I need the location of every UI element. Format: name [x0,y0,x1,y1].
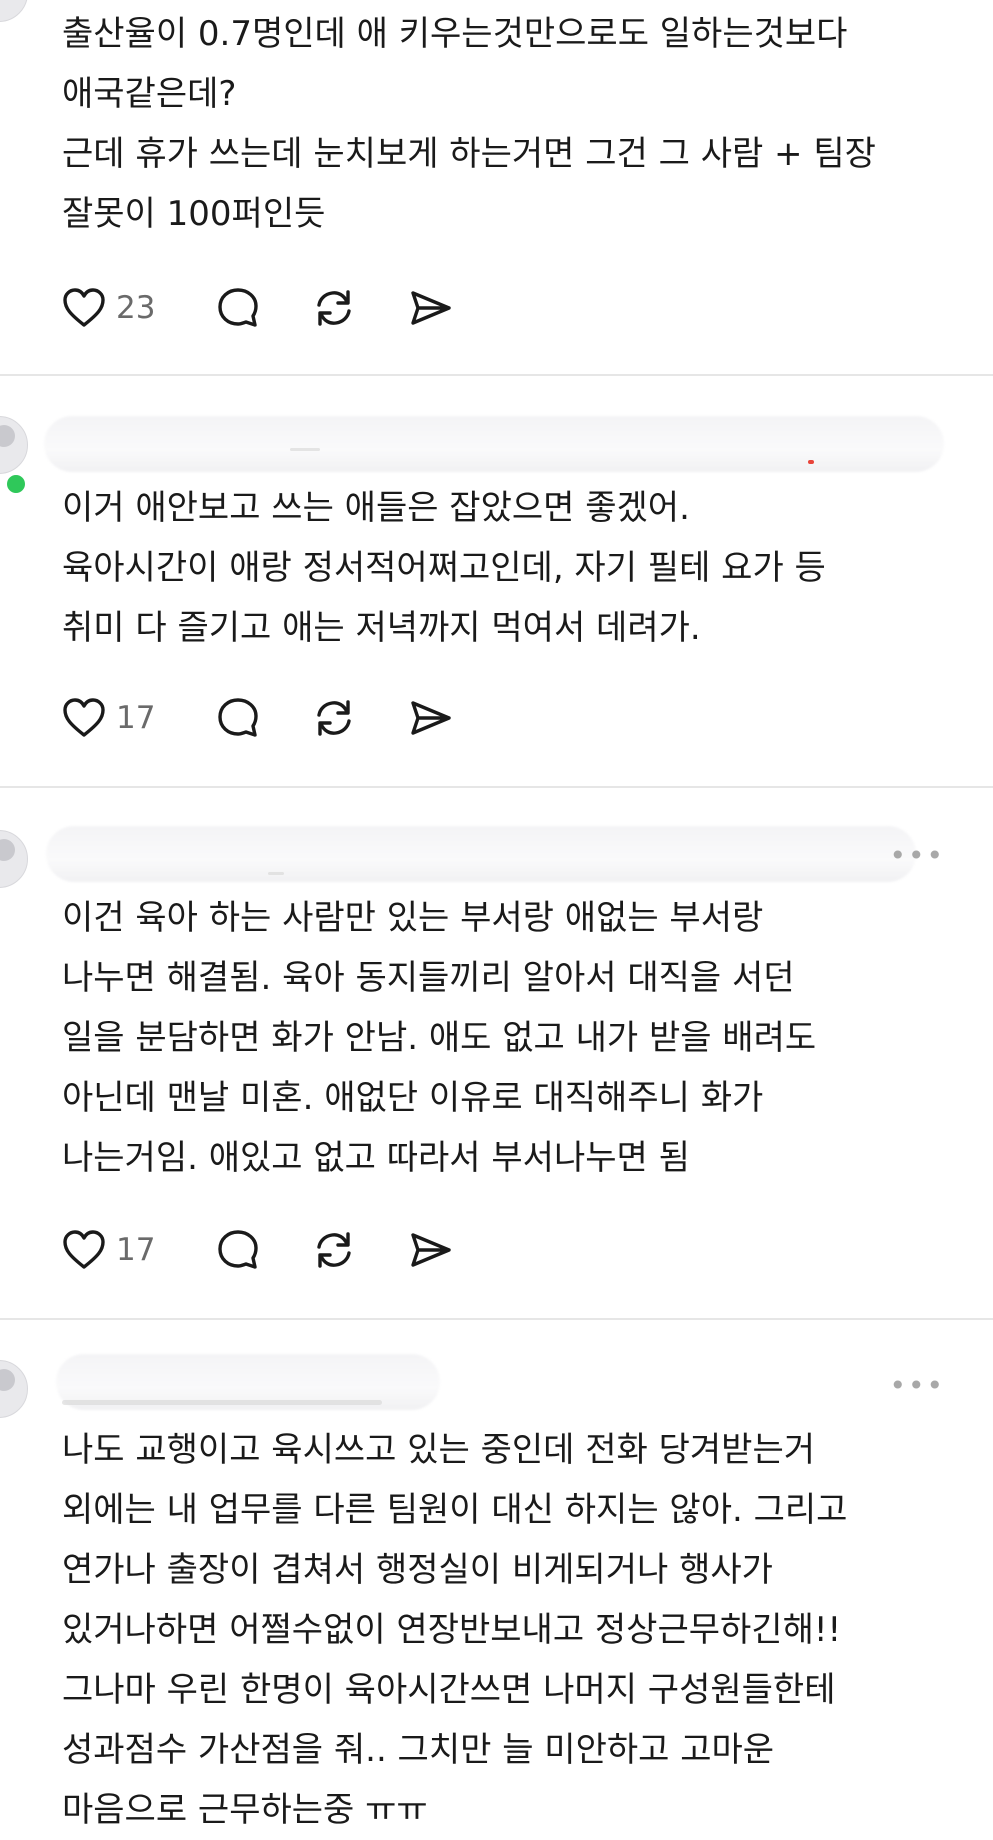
thread-post-4: ••• 나도 교행이고 육시쓰고 있는 중인데 전화 당겨받는거 외에는 내 업… [0,1320,993,1834]
post-actions: 23 [60,280,502,336]
post-text: 이건 육아 하는 사람만 있는 부서랑 애없는 부서랑 나누면 해결됨. 육아 … [62,898,817,1178]
post-actions: 17 [60,690,502,746]
paper-plane-icon [411,701,451,735]
post-text: 출산율이 0.7명인데 애 키우는것만으로도 일하는것보다 애국같은데? 근데 … [62,14,876,234]
paper-plane-icon [411,291,451,325]
like-count: 23 [116,290,156,326]
repost-button[interactable] [310,284,358,332]
paper-plane-icon [411,1233,451,1267]
heart-outline-icon [63,288,105,327]
like-button[interactable]: 17 [60,694,166,742]
share-button[interactable] [406,694,454,742]
like-count: 17 [116,1232,156,1268]
more-dots-icon[interactable]: ••• [889,1372,945,1400]
repost-arrows-icon [317,1232,351,1268]
avatar[interactable] [0,830,28,888]
speech-bubble-icon [218,1230,258,1269]
repost-arrows-icon [317,290,351,326]
thread-post-1: 출산율이 0.7명인데 애 키우는것만으로도 일하는것보다 애국같은데? 근데 … [0,0,993,374]
repost-button[interactable] [310,1226,358,1274]
redacted-meta [62,1400,382,1405]
heart-outline-icon [63,1230,105,1269]
more-dots-icon[interactable]: ••• [889,842,945,870]
heart-outline-icon [63,698,105,737]
reply-button[interactable] [214,284,262,332]
reply-button[interactable] [214,694,262,742]
repost-arrows-icon [317,700,351,736]
post-text: 나도 교행이고 육시쓰고 있는 중인데 전화 당겨받는거 외에는 내 업무를 다… [62,1430,848,1830]
redacted-meta [290,448,320,451]
thread-post-3: ••• 이건 육아 하는 사람만 있는 부서랑 애없는 부서랑 나누면 해결됨.… [0,788,993,1318]
speech-bubble-icon [218,698,258,737]
share-button[interactable] [406,1226,454,1274]
share-button[interactable] [406,284,454,332]
like-button[interactable]: 23 [60,284,166,332]
thread-post-2: 이거 애안보고 쓰는 애들은 잡았으면 좋겠어. 육아시간이 애랑 정서적어쩌고… [0,376,993,786]
avatar[interactable] [0,416,28,474]
avatar[interactable] [0,0,28,22]
online-status-indicator [4,472,28,496]
post-text: 이거 애안보고 쓰는 애들은 잡았으면 좋겠어. 육아시간이 애랑 정서적어쩌고… [62,488,826,648]
like-button[interactable]: 17 [60,1226,166,1274]
redacted-username [46,826,916,882]
avatar[interactable] [0,1360,28,1418]
like-count: 17 [116,700,156,736]
speech-bubble-icon [218,288,258,327]
post-actions: 17 [60,1222,502,1278]
redacted-meta [268,872,284,875]
redacted-badge [808,460,814,464]
repost-button[interactable] [310,694,358,742]
reply-button[interactable] [214,1226,262,1274]
